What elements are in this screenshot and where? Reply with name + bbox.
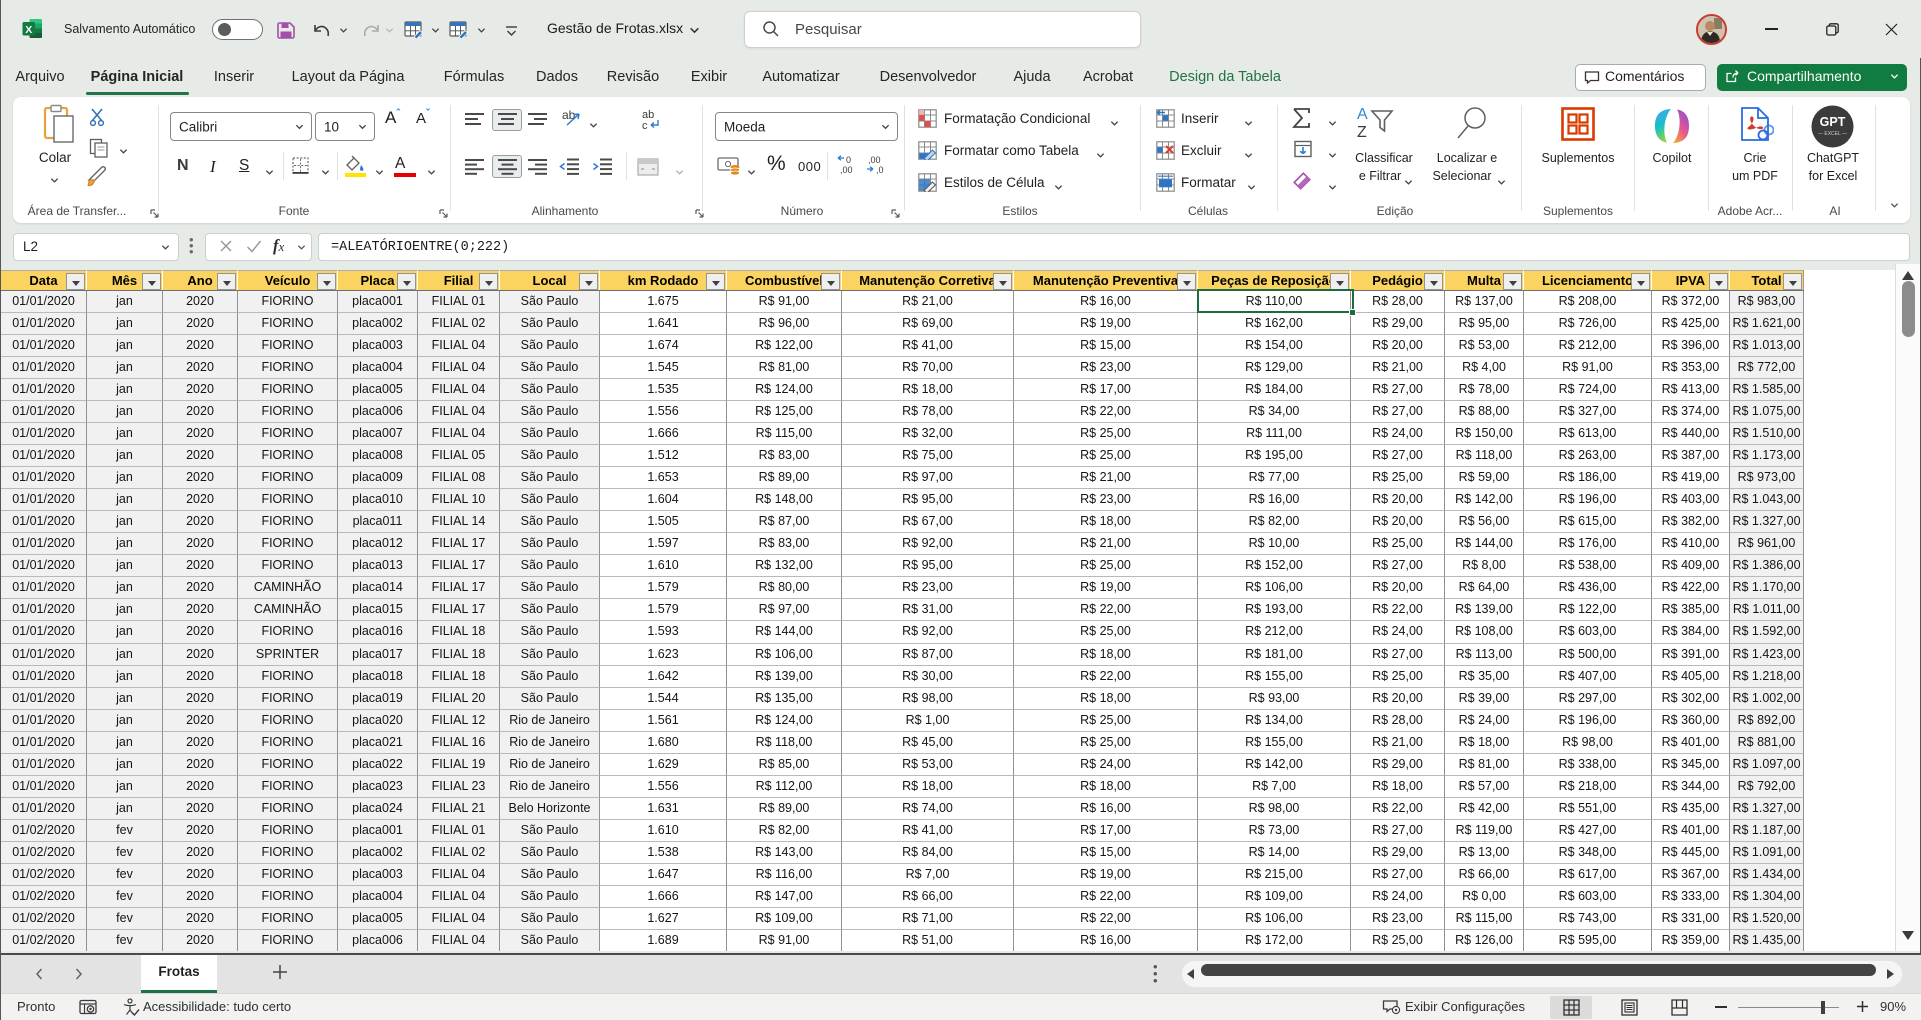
- svg-text:,00: ,00: [840, 165, 853, 175]
- svg-text:Z: Z: [1357, 124, 1367, 141]
- svg-text:,00: ,00: [868, 155, 881, 165]
- svg-text:0: 0: [846, 155, 851, 165]
- svg-text:c: c: [642, 120, 648, 132]
- svg-text:GPT: GPT: [1820, 115, 1846, 129]
- svg-text:— EXCEL —: — EXCEL —: [1818, 131, 1847, 137]
- svg-text:A: A: [1357, 106, 1368, 123]
- svg-text:X: X: [25, 24, 32, 36]
- svg-text:,0: ,0: [876, 165, 884, 175]
